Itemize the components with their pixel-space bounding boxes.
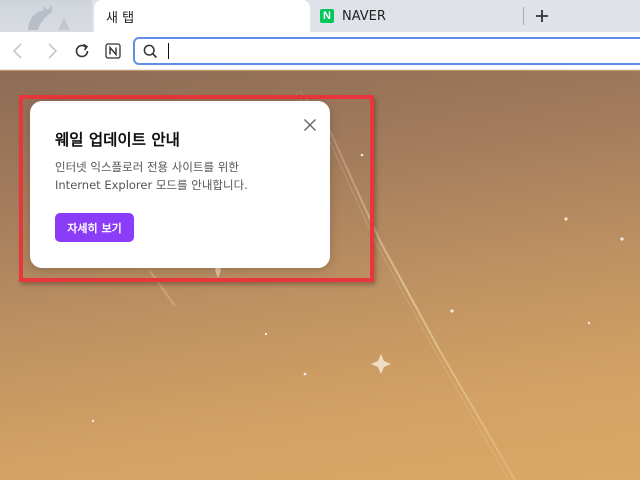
popup-title: 웨일 업데이트 안내 — [55, 131, 180, 149]
tab-label: 새 탭 — [106, 10, 135, 26]
address-input[interactable] — [167, 41, 637, 61]
naver-shortcut-button[interactable] — [101, 39, 125, 63]
back-button[interactable] — [6, 39, 30, 63]
text-caret — [168, 43, 169, 59]
reload-icon — [75, 43, 89, 58]
close-icon — [304, 119, 316, 131]
whale-logo-icon — [0, 0, 92, 32]
popup-close-button[interactable] — [301, 116, 319, 134]
tab-naver[interactable]: N NAVER — [318, 0, 524, 32]
popup-description-line: 인터넷 익스플로러 전용 사이트를 위한 — [55, 160, 239, 174]
forward-arrow-icon — [48, 43, 58, 59]
naver-n-icon — [105, 43, 121, 59]
tab-divider — [523, 7, 524, 25]
popup-description-line: Internet Explorer 모드를 안내합니다. — [55, 178, 248, 192]
search-icon — [143, 44, 158, 59]
new-tab-button[interactable] — [530, 4, 554, 28]
toolbar — [0, 32, 640, 70]
tab-label: NAVER — [342, 8, 386, 24]
naver-favicon-icon: N — [320, 9, 334, 23]
tab-strip: 새 탭 N NAVER — [0, 0, 640, 32]
back-arrow-icon — [12, 43, 22, 59]
update-notice-popup: 웨일 업데이트 안내 인터넷 익스플로러 전용 사이트를 위한 Internet… — [30, 101, 330, 268]
address-bar[interactable] — [133, 37, 640, 65]
tab-new-tab[interactable]: 새 탭 — [94, 0, 310, 32]
plus-icon — [536, 10, 548, 22]
learn-more-button[interactable]: 자세히 보기 — [55, 213, 134, 242]
forward-button[interactable] — [40, 39, 64, 63]
reload-button[interactable] — [70, 39, 94, 63]
popup-description: 인터넷 익스플로러 전용 사이트를 위한 Internet Explorer 모… — [55, 158, 315, 194]
